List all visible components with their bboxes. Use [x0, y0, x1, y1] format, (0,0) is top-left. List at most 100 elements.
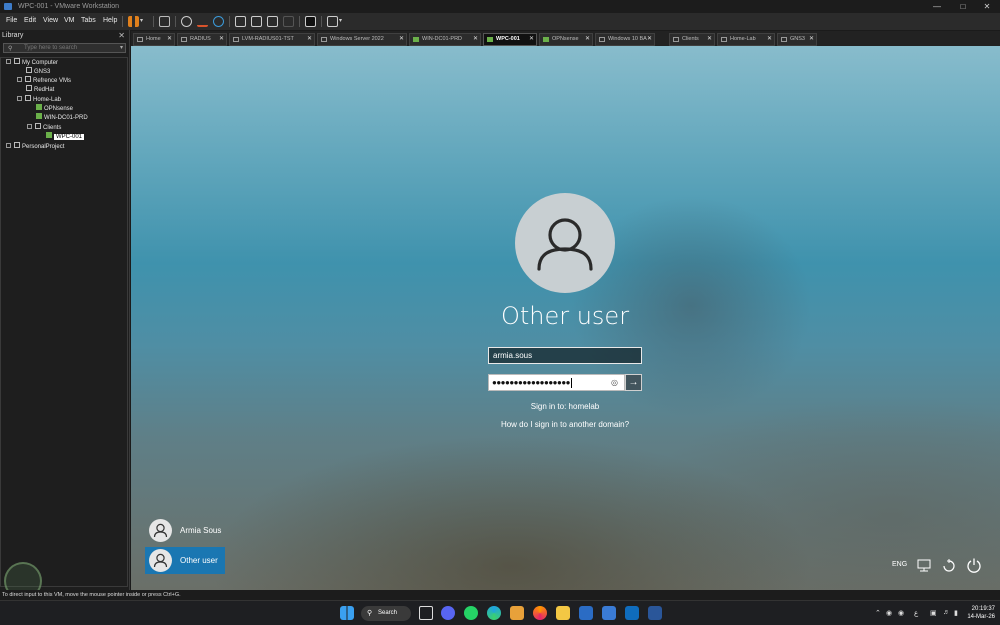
language-indicator[interactable]: ENG: [892, 561, 907, 568]
minimize-icon[interactable]: —: [924, 0, 950, 13]
tab-clients[interactable]: Clients ✕: [669, 33, 715, 46]
folder-icon: [721, 37, 727, 42]
eye-icon[interactable]: ◎: [611, 378, 618, 387]
system-clock[interactable]: 20:19:37 14-Mar-26: [963, 605, 995, 621]
network-icon[interactable]: [916, 557, 932, 573]
snapshot-manager-icon[interactable]: [213, 16, 224, 27]
battery-icon[interactable]: ▮: [954, 609, 958, 617]
tray-icon[interactable]: ◉: [898, 609, 904, 617]
tab-wpc-001[interactable]: WPC-001 ✕: [483, 33, 537, 46]
close-icon[interactable]: ✕: [767, 34, 772, 45]
app-icon[interactable]: [625, 606, 639, 620]
vm-display[interactable]: Other user armia.sous ●●●●●●●●●●●●●●●●●●…: [131, 46, 1000, 590]
stretch-guest-icon[interactable]: [327, 16, 338, 27]
status-bar: To direct input to this VM, move the mou…: [0, 590, 1000, 600]
tree-item-wpc-001[interactable]: WPC-001: [46, 132, 85, 142]
discord-icon[interactable]: [441, 606, 455, 620]
user-avatar-large: [515, 193, 615, 293]
send-ctrl-alt-del-icon[interactable]: [159, 16, 170, 27]
close-icon[interactable]: ✕: [647, 34, 652, 45]
close-icon[interactable]: ✕: [707, 34, 712, 45]
snapshot-icon[interactable]: [181, 16, 192, 27]
tab-lvm-radius01-tst[interactable]: LVM-RADIUS01-TST ✕: [229, 33, 315, 46]
expand-icon[interactable]: [17, 76, 22, 82]
menu-view[interactable]: View: [43, 17, 58, 24]
close-icon[interactable]: ✕: [219, 34, 224, 45]
tab-windows-10-ba[interactable]: Windows 10 BA ✕: [595, 33, 655, 46]
full-screen-icon[interactable]: [267, 16, 278, 27]
close-icon[interactable]: ✕: [974, 0, 1000, 13]
remote-desktop-icon[interactable]: [602, 606, 616, 620]
taskbar-language[interactable]: ع: [914, 609, 918, 617]
menu-tabs[interactable]: Tabs: [81, 17, 96, 24]
library-close-icon[interactable]: ✕: [118, 31, 125, 40]
menu-edit[interactable]: Edit: [24, 17, 36, 24]
word-icon[interactable]: [648, 606, 662, 620]
user-icon: [153, 523, 168, 538]
menu-help[interactable]: Help: [103, 17, 117, 24]
console-view-icon[interactable]: [305, 16, 316, 27]
edge-browser-icon[interactable]: [487, 606, 501, 620]
tab-home-lab[interactable]: Home-Lab ✕: [717, 33, 775, 46]
power-icon[interactable]: [966, 557, 982, 573]
close-icon[interactable]: ✕: [399, 34, 404, 45]
tab-gns3[interactable]: GNS3 ✕: [777, 33, 817, 46]
chevron-up-icon[interactable]: ⌃: [875, 609, 881, 617]
app-icon[interactable]: [579, 606, 593, 620]
menu-file[interactable]: File: [6, 17, 17, 24]
close-icon[interactable]: ✕: [473, 34, 478, 45]
accessibility-icon[interactable]: [941, 557, 957, 573]
tab-win-dc01-prd[interactable]: WIN-DC01-PRD ✕: [409, 33, 481, 46]
tab-opnsense[interactable]: OPNsense ✕: [539, 33, 593, 46]
tree-item-redhat[interactable]: RedHat: [26, 85, 54, 95]
thumbnail-bar-icon[interactable]: [251, 16, 262, 27]
submit-button[interactable]: →: [625, 374, 642, 391]
other-domain-link[interactable]: How do I sign in to another domain?: [465, 420, 665, 429]
close-icon[interactable]: ✕: [529, 34, 534, 45]
expand-icon[interactable]: [6, 142, 11, 148]
volume-icon[interactable]: ♬: [943, 609, 950, 616]
file-explorer-icon[interactable]: [556, 606, 570, 620]
tree-item-personalproject[interactable]: PersonalProject: [6, 142, 64, 152]
firefox-icon[interactable]: [533, 606, 547, 620]
close-icon[interactable]: ✕: [167, 34, 172, 45]
close-icon[interactable]: ✕: [585, 34, 590, 45]
user-tile-other-user[interactable]: Other user: [145, 547, 225, 574]
clock-time: 20:19:37: [971, 606, 995, 612]
task-view-icon[interactable]: [419, 606, 433, 620]
revert-snapshot-icon[interactable]: [197, 16, 208, 27]
folder-icon: [14, 142, 20, 149]
close-icon[interactable]: ✕: [307, 34, 312, 45]
taskbar: ⚲ Search ⌃ ◉ ◉ ع ▣ ♬ ▮ 20:19:37 14-Mar-26: [0, 600, 1000, 625]
unity-icon[interactable]: [283, 16, 294, 27]
taskbar-search[interactable]: ⚲ Search: [361, 606, 411, 621]
tree-item-my-computer[interactable]: My Computer: [6, 58, 58, 68]
username-field[interactable]: armia.sous: [488, 347, 642, 364]
collapse-icon[interactable]: [27, 123, 32, 129]
tree-item-clients[interactable]: Clients: [27, 123, 61, 133]
tree-item-win-dc01-prd[interactable]: WIN-DC01-PRD: [36, 113, 88, 123]
tab-windows-server-2022[interactable]: Windows Server 2022 ✕: [317, 33, 407, 46]
tab-home[interactable]: Home ✕: [133, 33, 175, 46]
network-icon[interactable]: ▣: [930, 609, 937, 617]
windows-start-icon[interactable]: [340, 606, 354, 620]
password-field[interactable]: ●●●●●●●●●●●●●●●●●●: [488, 374, 625, 391]
search-icon: ⚲: [367, 610, 373, 617]
close-icon[interactable]: ✕: [809, 34, 814, 45]
library-search-input[interactable]: ⚲ Type here to search ▾: [3, 43, 126, 53]
tab-radius[interactable]: RADIUS ✕: [177, 33, 227, 46]
collapse-icon[interactable]: [6, 58, 11, 64]
collapse-icon[interactable]: [17, 95, 22, 101]
pause-icon[interactable]: [128, 16, 139, 27]
maximize-icon[interactable]: □: [950, 0, 976, 13]
menu-vm[interactable]: VM: [64, 17, 75, 24]
tray-icon[interactable]: ◉: [886, 609, 892, 617]
chevron-down-icon[interactable]: ▾: [339, 16, 350, 27]
user-tile-armia-sous[interactable]: Armia Sous: [145, 517, 225, 544]
chevron-down-icon[interactable]: ▾: [120, 44, 123, 51]
toolbar-divider: [229, 16, 230, 27]
vmware-icon[interactable]: [510, 606, 524, 620]
whatsapp-icon[interactable]: [464, 606, 478, 620]
chevron-down-icon[interactable]: ▾: [140, 16, 151, 27]
show-library-icon[interactable]: [235, 16, 246, 27]
